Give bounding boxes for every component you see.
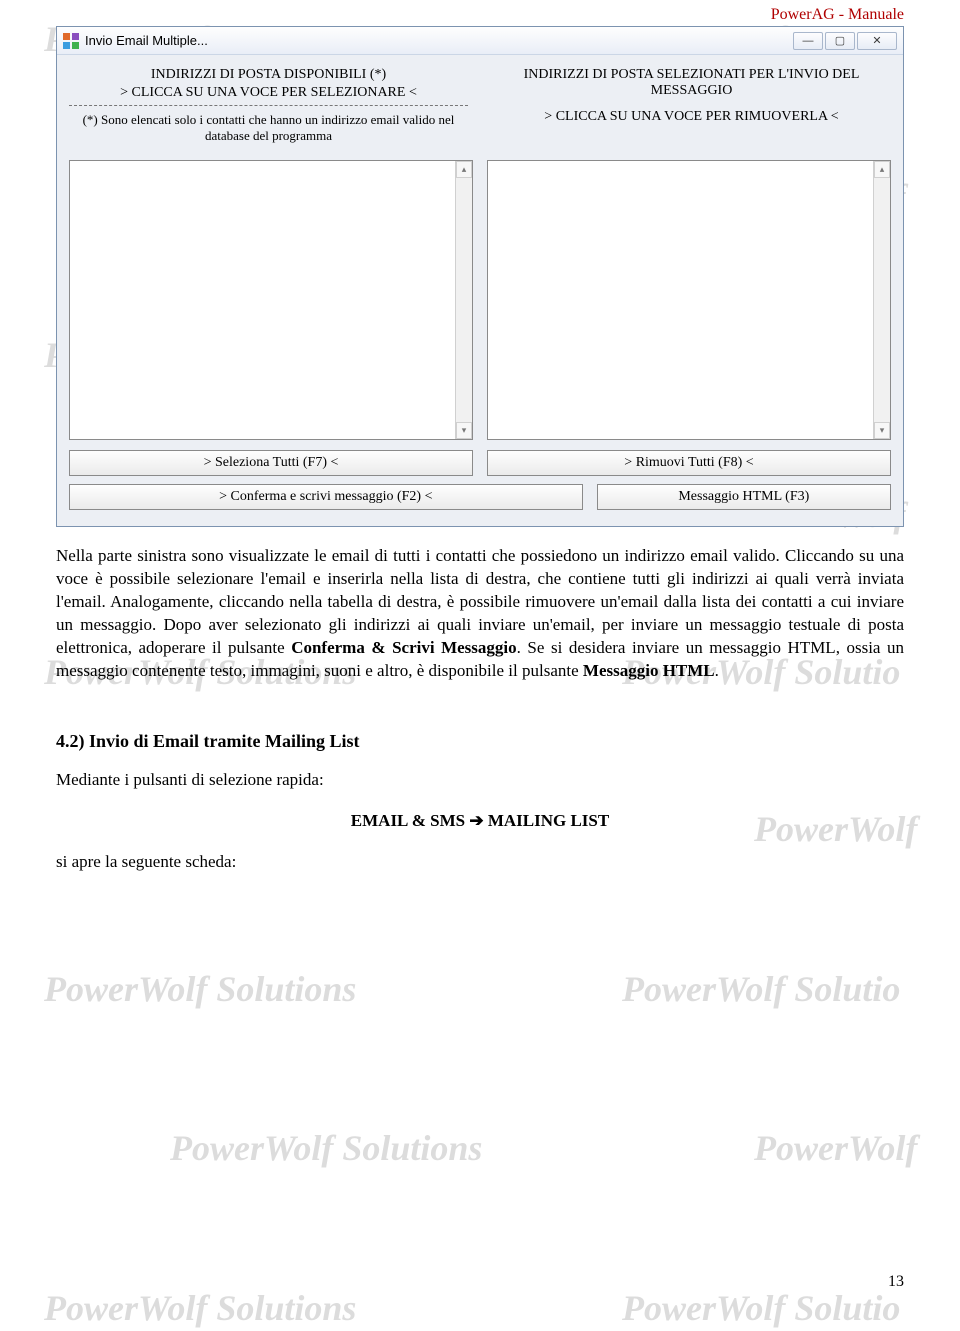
maximize-icon: ▢ bbox=[835, 34, 845, 47]
minimize-button[interactable]: — bbox=[793, 32, 823, 50]
confirm-write-button[interactable]: > Conferma e scrivi messaggio (F2) < bbox=[69, 484, 583, 510]
available-listbox[interactable]: ▴ ▾ bbox=[69, 160, 473, 440]
section-heading: 4.2) Invio di Email tramite Mailing List bbox=[56, 729, 904, 753]
watermark: PowerWolf Solutions bbox=[170, 1127, 482, 1169]
maximize-button[interactable]: ▢ bbox=[825, 32, 855, 50]
available-header: INDIRIZZI DI POSTA DISPONIBILI (*) > CLI… bbox=[69, 67, 468, 144]
doc-header: PowerAG - Manuale bbox=[0, 0, 960, 26]
email-multiple-window: Invio Email Multiple... — ▢ ✕ INDIRIZZI … bbox=[56, 26, 904, 527]
watermark: PowerWolf Solutions bbox=[44, 1287, 356, 1329]
watermark: PowerWolf bbox=[754, 1127, 917, 1169]
available-note: (*) Sono elencati solo i contatti che ha… bbox=[69, 112, 468, 144]
paragraph-intro: Mediante i pulsanti di selezione rapida: bbox=[56, 769, 904, 792]
select-all-button[interactable]: > Seleziona Tutti (F7) < bbox=[69, 450, 473, 476]
selected-header: INDIRIZZI DI POSTA SELEZIONATI PER L'INV… bbox=[492, 67, 891, 144]
close-button[interactable]: ✕ bbox=[857, 32, 897, 50]
html-message-button[interactable]: Messaggio HTML (F3) bbox=[597, 484, 891, 510]
paragraph-description: Nella parte sinistra sono visualizzate l… bbox=[56, 545, 904, 683]
watermark: PowerWolf Solutio bbox=[622, 1287, 900, 1329]
window-title: Invio Email Multiple... bbox=[85, 33, 208, 48]
scroll-down-icon[interactable]: ▾ bbox=[874, 422, 890, 439]
scroll-up-icon[interactable]: ▴ bbox=[456, 161, 472, 178]
scroll-up-icon[interactable]: ▴ bbox=[874, 161, 890, 178]
selected-hint: > CLICCA SU UNA VOCE PER RIMUOVERLA < bbox=[492, 109, 891, 125]
scrollbar[interactable]: ▴ ▾ bbox=[873, 161, 890, 439]
paragraph-followup: si apre la seguente scheda: bbox=[56, 851, 904, 874]
scrollbar[interactable]: ▴ ▾ bbox=[455, 161, 472, 439]
available-hint: > CLICCA SU UNA VOCE PER SELEZIONARE < bbox=[69, 85, 468, 101]
watermark: PowerWolf Solutio bbox=[622, 968, 900, 1010]
selected-title: INDIRIZZI DI POSTA SELEZIONATI PER L'INV… bbox=[492, 67, 891, 99]
app-icon bbox=[63, 33, 79, 49]
nav-path: EMAIL & SMS ➔ MAILING LIST bbox=[56, 810, 904, 833]
selected-listbox[interactable]: ▴ ▾ bbox=[487, 160, 891, 440]
page-number: 13 bbox=[888, 1273, 904, 1291]
watermark: PowerWolf Solutions bbox=[44, 968, 356, 1010]
window-titlebar[interactable]: Invio Email Multiple... — ▢ ✕ bbox=[57, 27, 903, 55]
minimize-icon: — bbox=[803, 35, 814, 47]
remove-all-button[interactable]: > Rimuovi Tutti (F8) < bbox=[487, 450, 891, 476]
scroll-down-icon[interactable]: ▾ bbox=[456, 422, 472, 439]
available-title: INDIRIZZI DI POSTA DISPONIBILI (*) bbox=[69, 67, 468, 83]
close-icon: ✕ bbox=[872, 34, 881, 47]
